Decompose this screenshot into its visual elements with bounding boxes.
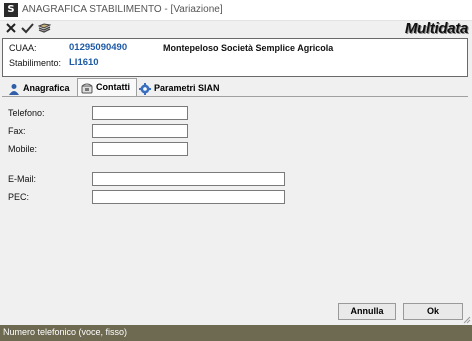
title-bar: S ANAGRAFICA STABILIMENTO - [Variazione] — [0, 0, 472, 21]
resize-grip-icon[interactable] — [463, 316, 471, 324]
stabilimento-value: LI1610 — [69, 57, 99, 68]
header-info-panel: CUAA: 01295090490 Montepeloso Società Se… — [2, 38, 468, 77]
check-icon[interactable] — [20, 22, 34, 36]
toolbar — [0, 21, 472, 38]
telefono-field[interactable] — [92, 106, 188, 120]
stabilimento-label: Stabilimento: — [9, 58, 62, 68]
email-label: E-Mail: — [8, 174, 37, 184]
telefono-label: Telefono: — [8, 108, 45, 118]
tab-parametri-sian-label: Parametri SIAN — [154, 83, 220, 93]
phone-icon — [81, 82, 93, 94]
tab-contatti-label: Contatti — [96, 82, 130, 92]
tab-strip: Anagrafica Contatti Parametri SIAN — [2, 78, 468, 96]
window-title: ANAGRAFICA STABILIMENTO - [Variazione] — [22, 4, 223, 15]
person-icon — [8, 83, 20, 95]
contatti-panel: Telefono: Fax: Mobile: E-Mail: PEC: — [2, 96, 468, 323]
multidata-logo: Multidata — [404, 20, 468, 37]
app-icon: S — [4, 3, 18, 17]
mobile-label: Mobile: — [8, 144, 38, 154]
ok-button[interactable]: Ok — [403, 303, 463, 320]
annulla-button[interactable]: Annulla — [338, 303, 396, 320]
email-field[interactable] — [92, 172, 285, 186]
fax-label: Fax: — [8, 126, 26, 136]
status-bar: Numero telefonico (voce, fisso) — [0, 325, 472, 341]
tab-anagrafica[interactable]: Anagrafica — [8, 80, 78, 96]
company-name: Montepeloso Società Semplice Agricola — [163, 43, 334, 53]
cuaa-label: CUAA: — [9, 43, 37, 53]
close-x-icon[interactable] — [4, 22, 18, 36]
gear-icon — [139, 82, 151, 95]
fax-field[interactable] — [92, 124, 188, 138]
mobile-field[interactable] — [92, 142, 188, 156]
pec-field[interactable] — [92, 190, 285, 204]
tab-contatti[interactable]: Contatti — [77, 78, 137, 96]
pec-label: PEC: — [8, 192, 30, 202]
stack-icon[interactable] — [37, 22, 52, 36]
tab-anagrafica-label: Anagrafica — [23, 83, 70, 93]
cuaa-value: 01295090490 — [69, 42, 128, 53]
tab-parametri-sian[interactable]: Parametri SIAN — [139, 80, 229, 96]
